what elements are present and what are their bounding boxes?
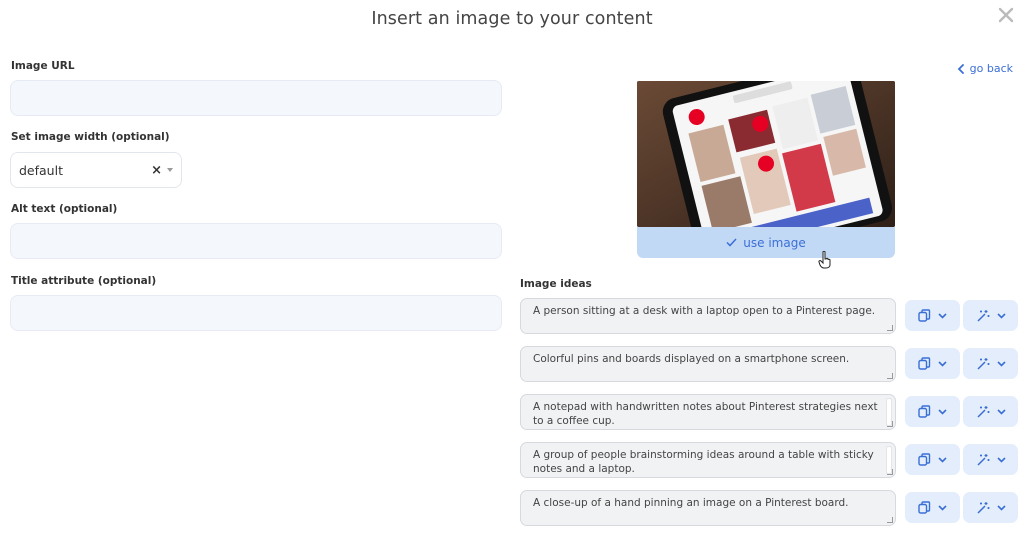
image-url-input[interactable] bbox=[11, 81, 501, 115]
hand-cursor-icon bbox=[818, 251, 831, 269]
image-ideas-label: Image ideas bbox=[520, 278, 592, 290]
idea-row: A close-up of a hand pinning an image on… bbox=[520, 490, 1020, 526]
idea-textarea[interactable]: A close-up of a hand pinning an image on… bbox=[520, 490, 896, 526]
copy-button[interactable] bbox=[905, 396, 960, 427]
copy-button[interactable] bbox=[905, 348, 960, 379]
image-width-select[interactable]: default × bbox=[10, 152, 182, 188]
copy-button[interactable] bbox=[905, 300, 960, 331]
title-attribute-field[interactable] bbox=[10, 295, 502, 331]
idea-text: A close-up of a hand pinning an image on… bbox=[533, 497, 849, 509]
image-url-label: Image URL bbox=[11, 60, 75, 72]
image-url-field[interactable] bbox=[10, 80, 502, 116]
copy-icon bbox=[918, 405, 931, 418]
chevron-down-icon bbox=[996, 504, 1006, 511]
title-attribute-label: Title attribute (optional) bbox=[11, 275, 157, 287]
magic-wand-icon bbox=[976, 357, 989, 370]
magic-wand-button[interactable] bbox=[963, 396, 1018, 427]
close-icon[interactable] bbox=[996, 5, 1016, 25]
copy-button[interactable] bbox=[905, 492, 960, 523]
magic-wand-icon bbox=[976, 453, 989, 466]
check-icon bbox=[726, 238, 737, 247]
chevron-down-icon bbox=[996, 360, 1006, 367]
idea-textarea[interactable]: A notepad with handwritten notes about P… bbox=[520, 394, 896, 430]
copy-icon bbox=[918, 453, 931, 466]
title-attribute-input[interactable] bbox=[11, 296, 501, 330]
idea-row: A group of people brainstorming ideas ar… bbox=[520, 442, 1020, 478]
use-image-button[interactable]: use image bbox=[637, 227, 895, 258]
resize-handle[interactable] bbox=[887, 325, 893, 331]
clear-icon[interactable]: × bbox=[151, 163, 162, 178]
magic-wand-button[interactable] bbox=[963, 300, 1018, 331]
idea-text: A person sitting at a desk with a laptop… bbox=[533, 305, 876, 317]
magic-wand-icon bbox=[976, 405, 989, 418]
copy-button[interactable] bbox=[905, 444, 960, 475]
resize-handle[interactable] bbox=[887, 421, 893, 427]
dialog-title: Insert an image to your content bbox=[371, 9, 653, 29]
image-width-value: default bbox=[19, 162, 63, 178]
alt-text-input[interactable] bbox=[11, 224, 501, 258]
chevron-left-icon bbox=[957, 63, 964, 74]
idea-row: Colorful pins and boards displayed on a … bbox=[520, 346, 1020, 382]
magic-wand-button[interactable] bbox=[963, 348, 1018, 379]
chevron-down-icon bbox=[996, 408, 1006, 415]
image-preview bbox=[637, 81, 895, 227]
go-back-label: go back bbox=[969, 62, 1013, 75]
go-back-link[interactable]: go back bbox=[957, 62, 1013, 75]
chevron-down-icon bbox=[996, 312, 1006, 319]
chevron-down-icon bbox=[938, 504, 947, 511]
alt-text-field[interactable] bbox=[10, 223, 502, 259]
magic-wand-button[interactable] bbox=[963, 492, 1018, 523]
resize-handle[interactable] bbox=[887, 469, 893, 475]
idea-textarea[interactable]: A group of people brainstorming ideas ar… bbox=[520, 442, 896, 478]
idea-text: A notepad with handwritten notes about P… bbox=[533, 401, 878, 427]
magic-wand-icon bbox=[976, 501, 989, 514]
chevron-down-icon bbox=[938, 408, 947, 415]
copy-icon bbox=[918, 357, 931, 370]
chevron-down-icon bbox=[938, 360, 947, 367]
copy-icon bbox=[918, 501, 931, 514]
idea-textarea[interactable]: Colorful pins and boards displayed on a … bbox=[520, 346, 896, 382]
magic-wand-button[interactable] bbox=[963, 444, 1018, 475]
alt-text-label: Alt text (optional) bbox=[11, 203, 118, 215]
chevron-down-icon bbox=[996, 456, 1006, 463]
chevron-down-icon bbox=[938, 456, 947, 463]
caret-down-icon[interactable] bbox=[167, 168, 173, 172]
idea-row: A notepad with handwritten notes about P… bbox=[520, 394, 1020, 430]
use-image-label: use image bbox=[743, 235, 806, 250]
resize-handle[interactable] bbox=[887, 517, 893, 523]
magic-wand-icon bbox=[976, 309, 989, 322]
idea-textarea[interactable]: A person sitting at a desk with a laptop… bbox=[520, 298, 896, 334]
copy-icon bbox=[918, 309, 931, 322]
idea-text: A group of people brainstorming ideas ar… bbox=[533, 449, 874, 475]
image-width-label: Set image width (optional) bbox=[11, 131, 170, 143]
idea-text: Colorful pins and boards displayed on a … bbox=[533, 353, 850, 365]
idea-row: A person sitting at a desk with a laptop… bbox=[520, 298, 1020, 334]
chevron-down-icon bbox=[938, 312, 947, 319]
resize-handle[interactable] bbox=[887, 373, 893, 379]
